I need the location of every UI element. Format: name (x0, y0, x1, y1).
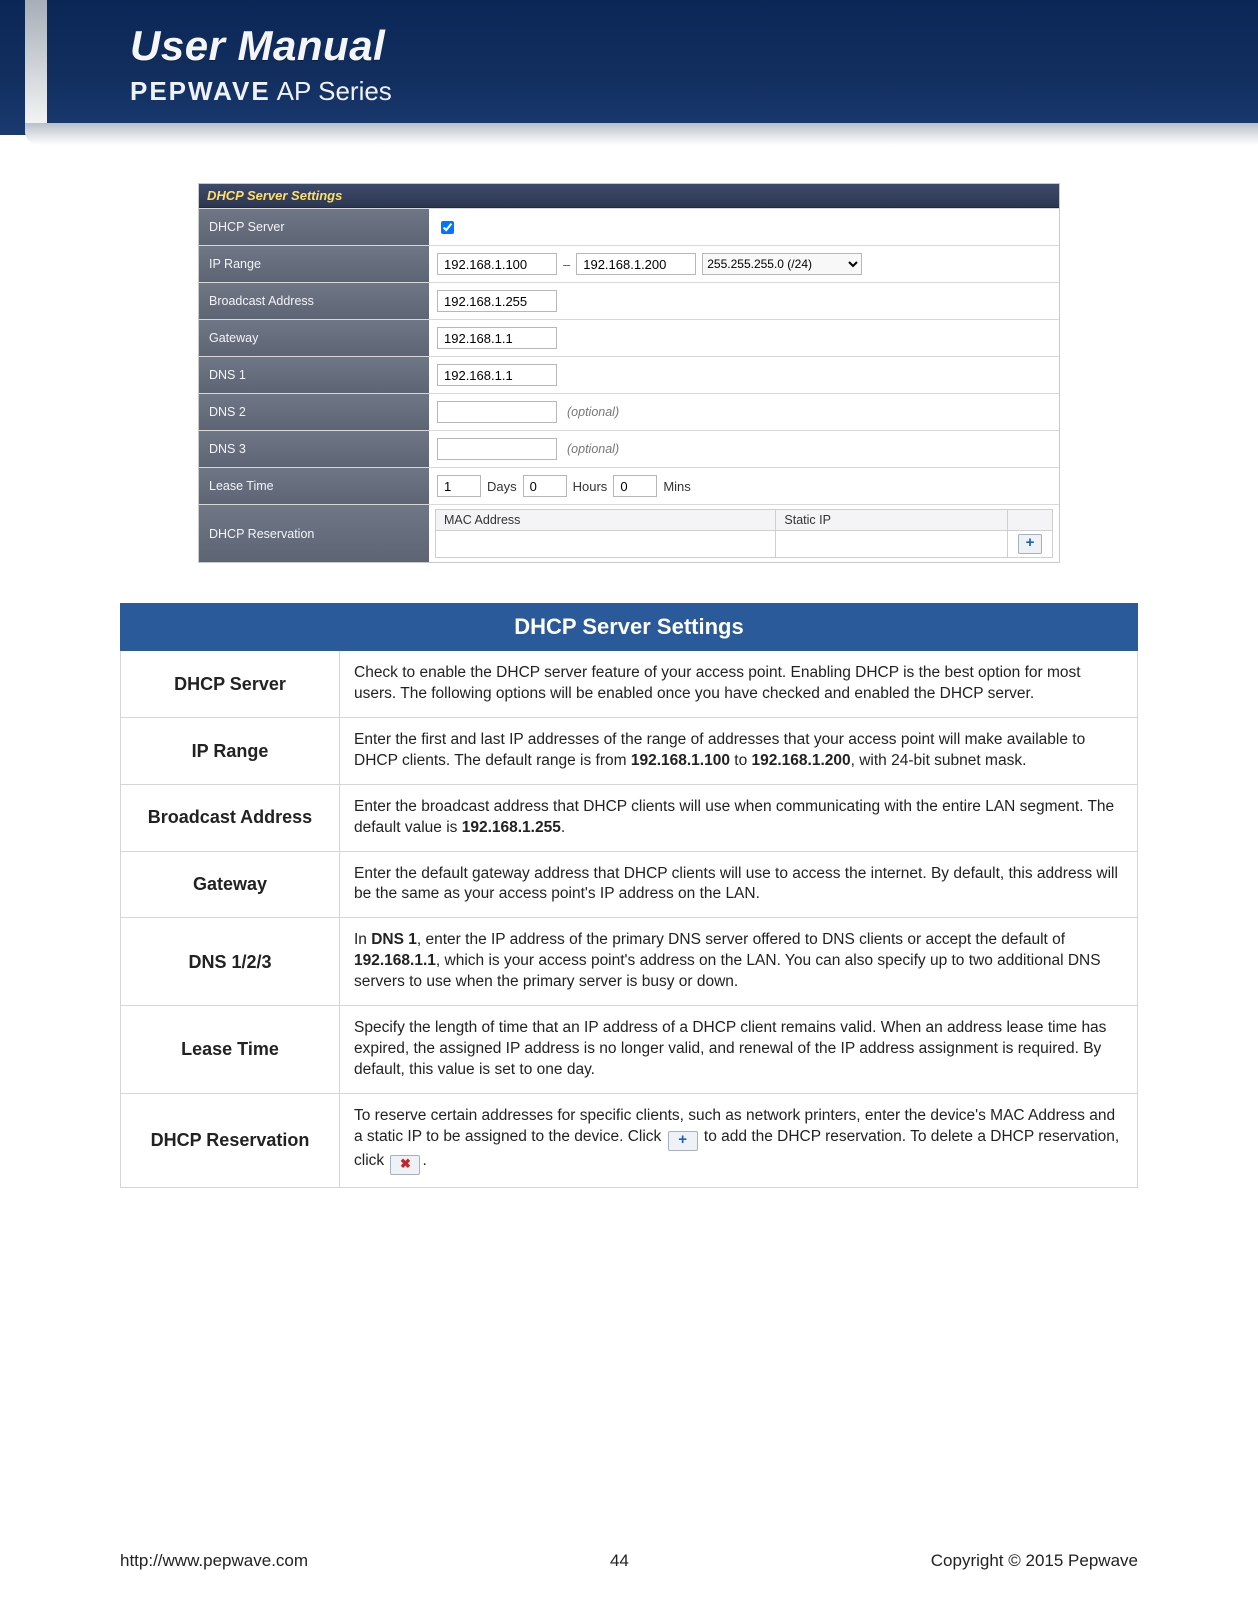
desc-dns-b: , enter the IP address of the primary DN… (417, 931, 1065, 948)
broadcast-input[interactable] (437, 290, 557, 312)
desc-ip-range-b: to (730, 752, 752, 769)
desc-dhcp-server-name: DHCP Server (121, 651, 340, 718)
label-dns2: DNS 2 (199, 394, 429, 430)
ip-range-start-input[interactable] (437, 253, 557, 275)
label-ip-range: IP Range (199, 246, 429, 282)
desc-res-name: DHCP Reservation (121, 1093, 340, 1187)
row-dhcp-server: DHCP Server (199, 208, 1059, 245)
label-broadcast: Broadcast Address (199, 283, 429, 319)
description-table: DHCP Server Settings DHCP Server Check t… (120, 603, 1138, 1188)
reservation-table: MAC Address Static IP + (435, 509, 1053, 558)
desc-ip-range-bold-b: 192.168.1.200 (752, 752, 851, 769)
doc-title: User Manual (130, 22, 1208, 70)
label-dns1: DNS 1 (199, 357, 429, 393)
page-header: User Manual PEPWAVEAP Series (0, 0, 1258, 135)
lease-hours-unit: Hours (573, 479, 608, 494)
label-lease-time: Lease Time (199, 468, 429, 504)
doc-subtitle: PEPWAVEAP Series (130, 76, 1208, 107)
desc-broadcast-text: Enter the broadcast address that DHCP cl… (340, 784, 1138, 851)
footer-url: http://www.pepwave.com (120, 1551, 308, 1571)
row-broadcast: Broadcast Address (199, 282, 1059, 319)
footer-copyright: Copyright © 2015 Pepwave (931, 1551, 1138, 1571)
copyright-year: 2015 (1026, 1551, 1064, 1570)
gateway-input[interactable] (437, 327, 557, 349)
subnet-mask-select[interactable]: 255.255.255.0 (/24) (702, 253, 862, 275)
desc-dns-c: , which is your access point's address o… (354, 952, 1101, 990)
ip-range-end-input[interactable] (576, 253, 696, 275)
row-dns2: DNS 2 (optional) (199, 393, 1059, 430)
copyright-a: Copyright © (931, 1551, 1026, 1570)
desc-gateway-text: Enter the default gateway address that D… (340, 851, 1138, 918)
row-ip-range: IP Range – 255.255.255.0 (/24) (199, 245, 1059, 282)
page-number: 44 (610, 1551, 629, 1571)
desc-broadcast-bold: 192.168.1.255 (462, 819, 561, 836)
dns2-input[interactable] (437, 401, 557, 423)
desc-lease-text: Specify the length of time that an IP ad… (340, 1006, 1138, 1094)
copyright-b: Pepwave (1063, 1551, 1138, 1570)
lease-hours-input[interactable] (523, 475, 567, 497)
dns3-optional: (optional) (567, 442, 619, 456)
desc-dns-bold-b: 192.168.1.1 (354, 952, 436, 969)
row-dhcp-reservation: DHCP Reservation MAC Address Static IP (199, 504, 1059, 562)
dns3-input[interactable] (437, 438, 557, 460)
dns1-input[interactable] (437, 364, 557, 386)
desc-lease-name: Lease Time (121, 1006, 340, 1094)
panel-title: DHCP Server Settings (199, 184, 1059, 208)
desc-res-text: To reserve certain addresses for specifi… (340, 1093, 1138, 1187)
label-dns3: DNS 3 (199, 431, 429, 467)
ip-range-separator: – (563, 257, 570, 272)
delete-icon: ✖ (390, 1155, 420, 1175)
lease-mins-unit: Mins (663, 479, 690, 494)
desc-heading: DHCP Server Settings (121, 604, 1138, 651)
desc-dns-a: In (354, 931, 371, 948)
desc-dhcp-server-text: Check to enable the DHCP server feature … (340, 651, 1138, 718)
desc-res-c: . (422, 1152, 426, 1169)
page-footer: http://www.pepwave.com 44 Copyright © 20… (0, 1551, 1258, 1571)
label-dhcp-reservation: DHCP Reservation (199, 505, 429, 562)
label-dhcp-server: DHCP Server (199, 209, 429, 245)
plus-icon: + (668, 1131, 698, 1151)
desc-dns-bold-a: DNS 1 (371, 931, 417, 948)
lease-days-input[interactable] (437, 475, 481, 497)
row-lease-time: Lease Time Days Hours Mins (199, 467, 1059, 504)
dns2-optional: (optional) (567, 405, 619, 419)
res-col-action (1008, 510, 1053, 531)
dhcp-server-checkbox[interactable] (441, 221, 454, 234)
desc-ip-range-text: Enter the first and last IP addresses of… (340, 717, 1138, 784)
row-dns1: DNS 1 (199, 356, 1059, 393)
add-reservation-button[interactable]: + (1018, 534, 1042, 554)
res-col-ip: Static IP (776, 510, 1008, 531)
dhcp-settings-panel: DHCP Server Settings DHCP Server IP Rang… (198, 183, 1060, 563)
res-col-mac: MAC Address (436, 510, 776, 531)
desc-ip-range-bold-a: 192.168.1.100 (631, 752, 730, 769)
brand-name: PEPWAVE (130, 76, 271, 106)
desc-ip-range-c: , with 24-bit subnet mask. (851, 752, 1027, 769)
reservation-row: + (436, 531, 1053, 558)
desc-ip-range-name: IP Range (121, 717, 340, 784)
desc-broadcast-name: Broadcast Address (121, 784, 340, 851)
desc-broadcast-b: . (561, 819, 565, 836)
res-ip-cell[interactable] (776, 531, 1008, 558)
desc-dns-text: In DNS 1, enter the IP address of the pr… (340, 918, 1138, 1006)
row-dns3: DNS 3 (optional) (199, 430, 1059, 467)
res-mac-cell[interactable] (436, 531, 776, 558)
lease-days-unit: Days (487, 479, 517, 494)
lease-mins-input[interactable] (613, 475, 657, 497)
product-series: AP Series (277, 76, 392, 106)
desc-gateway-name: Gateway (121, 851, 340, 918)
desc-dns-name: DNS 1/2/3 (121, 918, 340, 1006)
row-gateway: Gateway (199, 319, 1059, 356)
label-gateway: Gateway (199, 320, 429, 356)
